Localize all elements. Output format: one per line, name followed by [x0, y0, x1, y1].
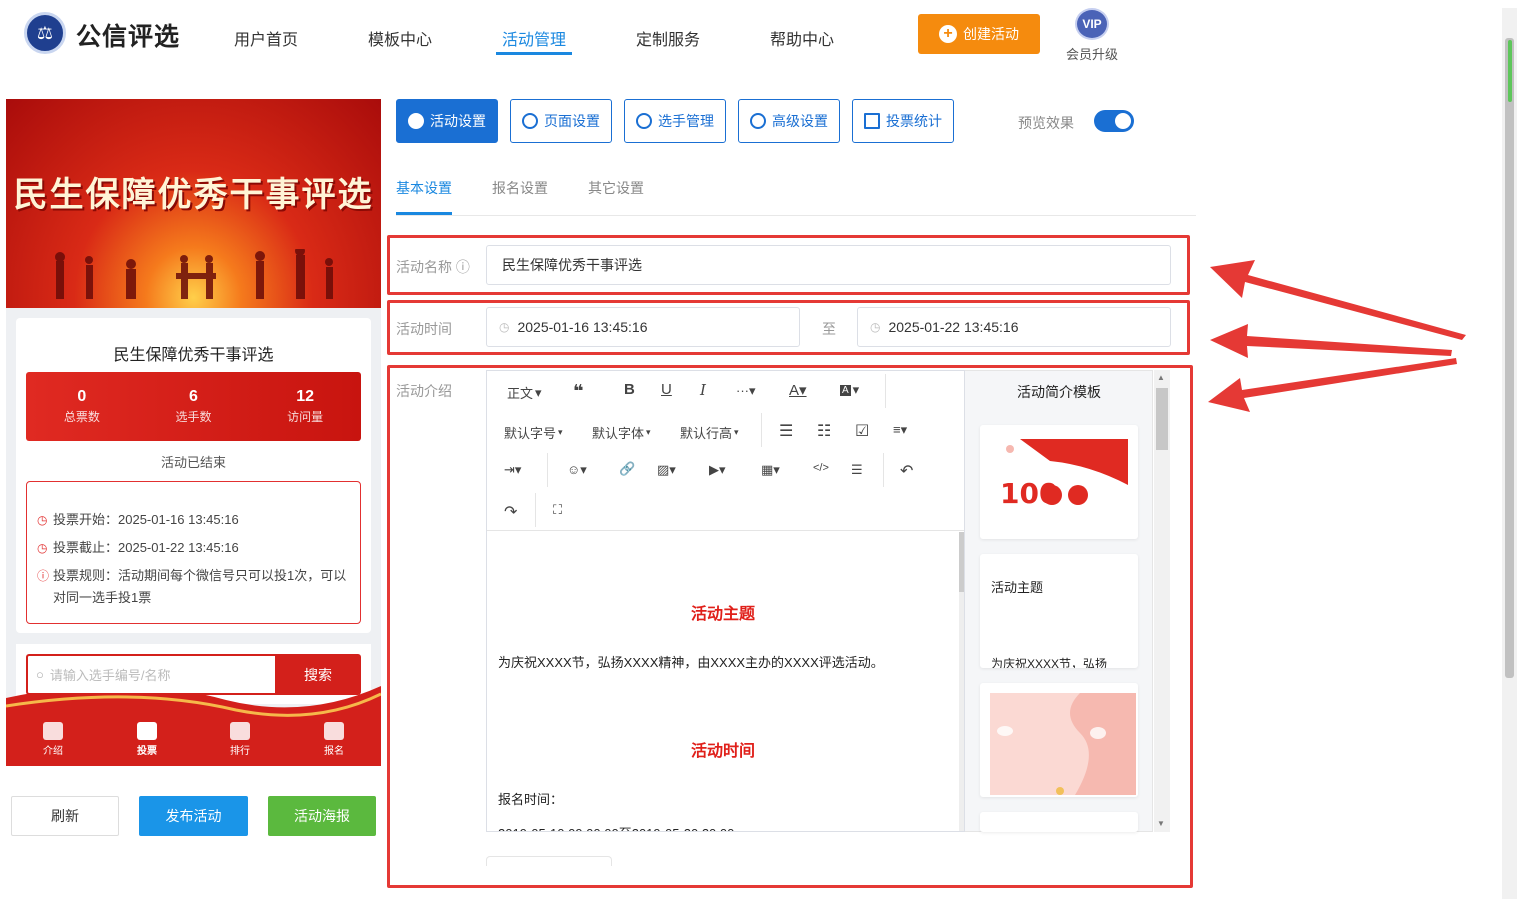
- vote-info-box: ◷ 投票开始：2025-01-16 13:45:16 ◷ 投票截止：2025-01-…: [26, 481, 361, 624]
- tab-advanced-settings[interactable]: 高级设置: [738, 99, 840, 143]
- subtab-divider: [396, 215, 1196, 216]
- preview-toggle-label: 预览效果: [1018, 115, 1074, 131]
- create-activity-label: 创建活动: [963, 26, 1019, 42]
- edit-icon: [324, 722, 344, 740]
- tab-vote-statistics[interactable]: 投票统计: [852, 99, 954, 143]
- preview-toggle[interactable]: [1094, 110, 1134, 132]
- stats-bar: 0 总票数 6 选手数 12 访问量: [26, 372, 361, 441]
- subtab-signup[interactable]: 报名设置: [492, 178, 548, 198]
- search-button[interactable]: 搜索: [275, 654, 361, 695]
- bottom-nav-signup[interactable]: 报名: [309, 722, 359, 757]
- scroll-indicator: [1508, 40, 1512, 102]
- gear-icon: [522, 113, 538, 129]
- book-icon: [43, 722, 63, 740]
- tab-contestant-management[interactable]: 选手管理: [624, 99, 726, 143]
- nav-user-home[interactable]: 用户首页: [234, 26, 298, 50]
- info-icon: ⓘ: [37, 569, 50, 583]
- home-icon: [137, 722, 157, 740]
- publish-button[interactable]: 发布活动: [139, 796, 248, 836]
- nav-template-center[interactable]: 模板中心: [368, 26, 432, 50]
- tab-activity-settings[interactable]: 活动设置: [396, 99, 498, 143]
- annotation-box-name: [387, 235, 1190, 295]
- logo-icon: ⚖: [24, 12, 66, 54]
- bottom-nav-intro[interactable]: 介绍: [28, 722, 78, 757]
- nav-help-center[interactable]: 帮助中心: [770, 26, 834, 50]
- annotation-box-time: [387, 300, 1190, 355]
- subtab-active-indicator: [396, 212, 452, 215]
- star-icon: [408, 113, 424, 129]
- vip-icon[interactable]: VIP: [1075, 8, 1109, 40]
- bar-chart-icon: [864, 113, 880, 129]
- banner-silhouettes: [55, 249, 333, 299]
- activity-status: 活动已结束: [160, 455, 226, 470]
- vote-rule: 投票规则：活动期间每个微信号只可以投1次，可以 对同一选手投1票: [53, 568, 347, 605]
- brand-name: 公信评选: [76, 23, 181, 51]
- search-input[interactable]: ○ 请输入选手编号/名称: [26, 654, 276, 695]
- page-scrollbar-thumb[interactable]: [1505, 38, 1514, 678]
- annotation-box-intro: [387, 365, 1193, 888]
- annotation-arrows: [1208, 260, 1466, 412]
- vote-start: 投票开始：2025-01-16 13:45:16: [53, 512, 239, 527]
- users-icon: [636, 113, 652, 129]
- banner-title: 民生保障优秀干事评选: [13, 175, 374, 215]
- create-activity-button[interactable]: + 创建活动: [918, 14, 1040, 54]
- stat-visits: 12 访问量: [287, 388, 324, 424]
- clock-icon: ◷: [37, 513, 48, 527]
- activity-title: 民生保障优秀干事评选: [113, 347, 274, 364]
- nav-active-indicator: [496, 52, 572, 55]
- clock-icon: ◷: [37, 541, 48, 555]
- trophy-icon: [230, 722, 250, 740]
- poster-button[interactable]: 活动海报: [268, 796, 376, 836]
- bottom-nav-rank[interactable]: 排行: [215, 722, 265, 757]
- stat-total-votes: 0 总票数: [63, 388, 100, 424]
- tab-page-settings[interactable]: 页面设置: [510, 99, 612, 143]
- nav-activity-management[interactable]: 活动管理: [502, 26, 566, 50]
- search-icon: ○: [36, 667, 44, 682]
- subtab-other[interactable]: 其它设置: [588, 178, 644, 198]
- subtab-basic[interactable]: 基本设置: [396, 178, 452, 198]
- refresh-button[interactable]: 刷新: [11, 796, 119, 836]
- search-placeholder: 请输入选手编号/名称: [49, 668, 171, 683]
- nav-custom-service[interactable]: 定制服务: [636, 26, 700, 50]
- vip-upgrade-label[interactable]: 会员升级: [1066, 44, 1118, 63]
- settings-icon: [750, 113, 766, 129]
- activity-banner: 民生保障优秀干事评选: [6, 99, 381, 308]
- plus-icon: +: [939, 25, 957, 43]
- vote-end: 投票截止：2025-01-22 13:45:16: [53, 540, 239, 555]
- stat-contestants: 6 选手数: [175, 388, 212, 424]
- bottom-nav-vote[interactable]: 投票: [122, 722, 172, 757]
